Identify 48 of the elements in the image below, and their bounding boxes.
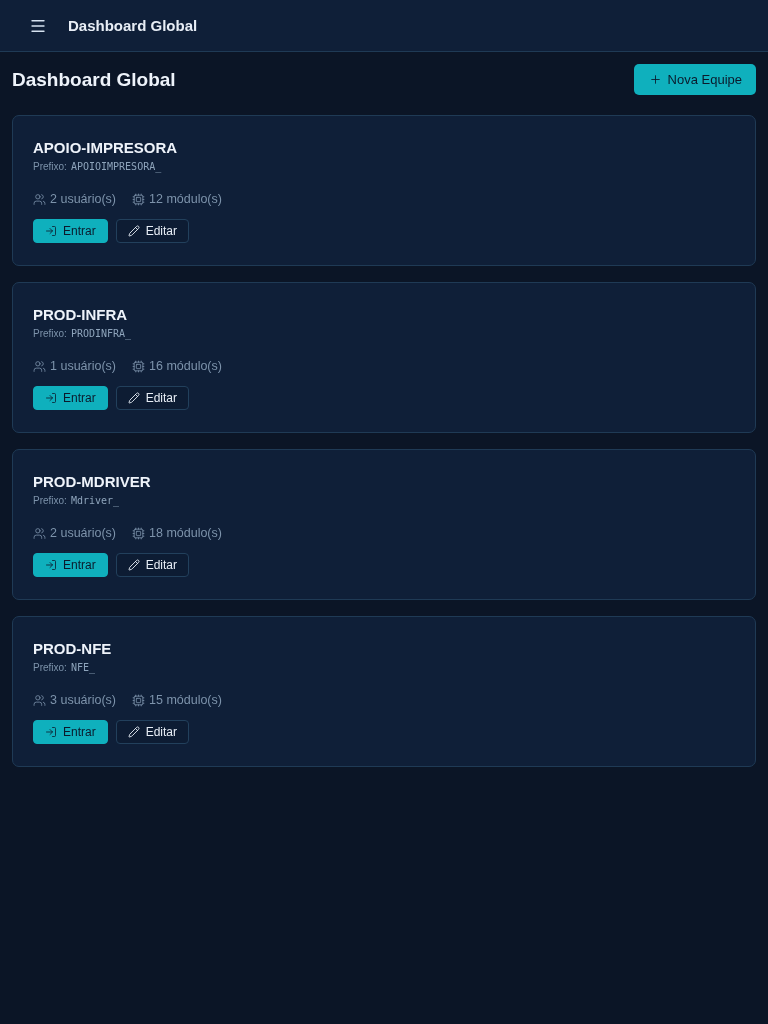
users-icon — [33, 526, 46, 540]
edit-button[interactable]: Editar — [115, 386, 190, 410]
user-count: 3 usuário(s) — [50, 693, 116, 707]
prefix-label: Prefixo: — [33, 494, 67, 508]
user-count: 2 usuário(s) — [50, 192, 116, 206]
module-count: 18 módulo(s) — [149, 526, 222, 540]
prefix-code: NFE_ — [70, 661, 95, 675]
users-icon — [33, 693, 46, 707]
chip-icon — [132, 192, 145, 206]
login-icon — [45, 726, 57, 738]
edit-button[interactable]: Editar — [115, 219, 190, 243]
enter-button[interactable]: Entrar — [33, 219, 108, 243]
pencil-icon — [127, 225, 140, 237]
new-team-button[interactable]: Nova Equipe — [633, 64, 756, 95]
plus-icon — [648, 73, 662, 86]
edit-button[interactable]: Editar — [115, 720, 190, 744]
team-name: APOIO-IMPRESORA — [33, 138, 179, 158]
enter-button[interactable]: Entrar — [33, 720, 108, 744]
page-title: Dashboard Global — [12, 68, 176, 91]
app-title: Dashboard Global — [68, 17, 198, 34]
module-count: 12 módulo(s) — [149, 192, 222, 206]
team-name: PROD-NFE — [33, 639, 113, 659]
edit-button[interactable]: Editar — [115, 553, 190, 577]
user-count: 2 usuário(s) — [50, 526, 116, 540]
prefix-label: Prefixo: — [33, 160, 67, 174]
login-icon — [45, 225, 57, 237]
chip-icon — [132, 526, 145, 540]
module-count: 16 módulo(s) — [149, 359, 222, 373]
team-name: PROD-INFRA — [33, 305, 129, 325]
module-count: 15 módulo(s) — [149, 693, 222, 707]
enter-button[interactable]: Entrar — [33, 553, 108, 577]
team-name: PROD-MDRIVER — [33, 472, 152, 492]
pencil-icon — [127, 726, 140, 738]
login-icon — [45, 392, 57, 404]
prefix-code: APOIOIMPRESORA_ — [70, 160, 162, 174]
users-icon — [33, 359, 46, 373]
users-icon — [33, 192, 46, 206]
chip-icon — [132, 359, 145, 373]
user-count: 1 usuário(s) — [50, 359, 116, 373]
prefix-code: PRODINFRA_ — [70, 327, 132, 341]
enter-button[interactable]: Entrar — [33, 386, 108, 410]
login-icon — [45, 559, 57, 571]
prefix-code: Mdriver_ — [70, 494, 120, 508]
prefix-label: Prefixo: — [33, 327, 67, 341]
pencil-icon — [127, 392, 140, 404]
prefix-label: Prefixo: — [33, 661, 67, 675]
pencil-icon — [127, 559, 140, 571]
chip-icon — [132, 693, 145, 707]
